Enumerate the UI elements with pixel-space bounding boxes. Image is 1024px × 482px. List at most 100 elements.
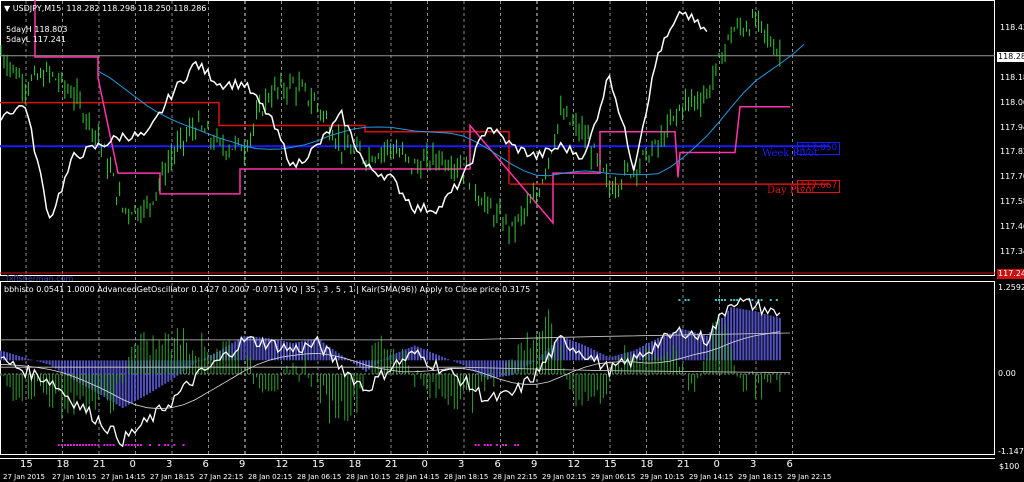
magenta-dot: [85, 444, 88, 446]
osc-tick-label: -1.147: [998, 447, 1024, 457]
date-tick-label: 27 Jan 10:15: [52, 473, 97, 481]
magenta-dot: [57, 444, 60, 446]
magenta-dot: [182, 444, 185, 446]
hour-tick-label: 21: [93, 459, 106, 470]
magenta-dot: [477, 444, 480, 446]
hour-tick-label: 6: [202, 459, 209, 470]
price-tick-label: 117.460: [1000, 222, 1024, 232]
hour-tick-label: 0: [421, 459, 428, 470]
magenta-dot: [139, 444, 142, 446]
collapse-arrow-icon[interactable]: ▼: [4, 4, 13, 13]
magenta-dot: [474, 444, 477, 446]
magenta-dot: [97, 444, 100, 446]
cyan-dot: [751, 299, 754, 301]
cyan-dot: [678, 299, 681, 301]
cyan-dot: [717, 299, 720, 301]
hour-tick-label: 15: [312, 459, 325, 470]
date-tick-label: 28 Jan 02:15: [248, 473, 293, 481]
date-tick-label: 29 Jan 18:15: [738, 473, 783, 481]
magenta-dot: [106, 444, 109, 446]
magenta-dot: [486, 444, 489, 446]
date-tick-label: 29 Jan 14:15: [689, 473, 734, 481]
hour-tick-label: 21: [385, 459, 398, 470]
magenta-dot: [109, 444, 112, 446]
magenta-dot: [112, 444, 115, 446]
hour-tick-label: 3: [458, 459, 465, 470]
hour-tick-label: 6: [494, 459, 501, 470]
price-tick-label: 117.940: [1000, 122, 1024, 132]
magenta-dot: [63, 444, 66, 446]
magenta-dot: [69, 444, 72, 446]
magenta-dot: [124, 444, 127, 446]
date-tick-label: 27 Jan 18:15: [150, 473, 195, 481]
hour-tick-label: 18: [56, 459, 70, 470]
magenta-dot: [149, 444, 152, 446]
date-tick-label: 29 Jan 10:15: [640, 473, 685, 481]
magenta-dot: [79, 444, 82, 446]
hour-tick-label: 3: [166, 459, 173, 470]
date-tick-label: 29 Jan 22:15: [787, 473, 832, 481]
overlay-line: [0, 10, 708, 220]
osc-tick-label: 0.00: [998, 369, 1016, 378]
magenta-dot: [133, 444, 136, 446]
price-tick-label: 118.420: [1000, 23, 1024, 32]
cyan-dot: [733, 299, 736, 301]
cyan-dot: [736, 299, 739, 301]
magenta-dot: [103, 444, 106, 446]
magenta-dot: [483, 444, 486, 446]
magenta-dot: [91, 444, 94, 446]
hour-tick-label: 6: [786, 459, 793, 470]
hour-tick-label: 18: [640, 459, 654, 470]
price-tick-label: 118.060: [1000, 97, 1024, 107]
price-tick-label: 117.820: [1000, 147, 1024, 157]
magenta-dot: [82, 444, 85, 446]
hour-tick-label: 9: [531, 459, 538, 470]
symbol-label: USDJPY,M15: [12, 4, 62, 13]
magenta-dot: [514, 444, 517, 446]
hour-tick-label: 15: [604, 459, 617, 470]
magenta-dot: [489, 444, 492, 446]
price-tick-label: 117.700: [1000, 172, 1024, 182]
cyan-dot: [687, 299, 690, 301]
five-day-low-label: 5dayL 117.241: [6, 35, 66, 44]
hour-tick-label: 9: [239, 459, 246, 470]
date-tick-label: 29 Jan 06:15: [591, 473, 636, 481]
cyan-dot: [769, 299, 772, 301]
magenta-dot: [173, 444, 176, 446]
hour-tick-label: 12: [567, 459, 581, 470]
date-tick-label: 29 Jan 02:15: [542, 473, 587, 481]
symbol-header: ▼ USDJPY,M15 118.282 118.298 118.250 118…: [4, 4, 206, 14]
magenta-dot: [94, 444, 97, 446]
date-tick-label: 28 Jan 14:15: [395, 473, 440, 481]
magenta-dot: [517, 444, 520, 446]
low-price-tag: 117.241: [997, 269, 1024, 279]
date-tick-label: 28 Jan 18:15: [444, 473, 489, 481]
day-pivot-value: 117.667: [797, 180, 841, 193]
cyan-dot: [724, 299, 727, 301]
date-tick-label: 28 Jan 06:15: [297, 473, 342, 481]
hour-tick-label: 12: [275, 459, 289, 470]
price-tick-label: 118.180: [1000, 72, 1024, 82]
magenta-dot: [164, 444, 167, 446]
magenta-dot: [158, 444, 161, 446]
lower-band-line: [0, 366, 791, 374]
date-tick-label: 28 Jan 10:15: [346, 473, 391, 481]
hour-tick-label: 3: [750, 459, 757, 470]
five-day-band-line: [34, 0, 790, 225]
cyan-dot: [684, 299, 687, 301]
magenta-dot: [60, 444, 63, 446]
date-tick-label: 27 Jan 14:15: [101, 473, 146, 481]
magenta-dot: [88, 444, 91, 446]
week-pivot-value: 117.850: [797, 142, 841, 155]
magenta-dot: [505, 444, 508, 446]
chart-canvas[interactable]: [0, 0, 1024, 482]
magenta-dot: [127, 444, 130, 446]
ohlc-values: 118.282 118.298 118.250 118.286: [66, 4, 207, 13]
magenta-dot: [495, 444, 498, 446]
date-tick-label: 28 Jan 22:15: [493, 473, 538, 481]
date-tick-label: 27 Jan 22:15: [199, 473, 244, 481]
cyan-dot: [760, 299, 763, 301]
hour-tick-label: 18: [348, 459, 362, 470]
hour-tick-label: 15: [20, 459, 33, 470]
price-tick-label: 117.340: [1000, 246, 1024, 256]
